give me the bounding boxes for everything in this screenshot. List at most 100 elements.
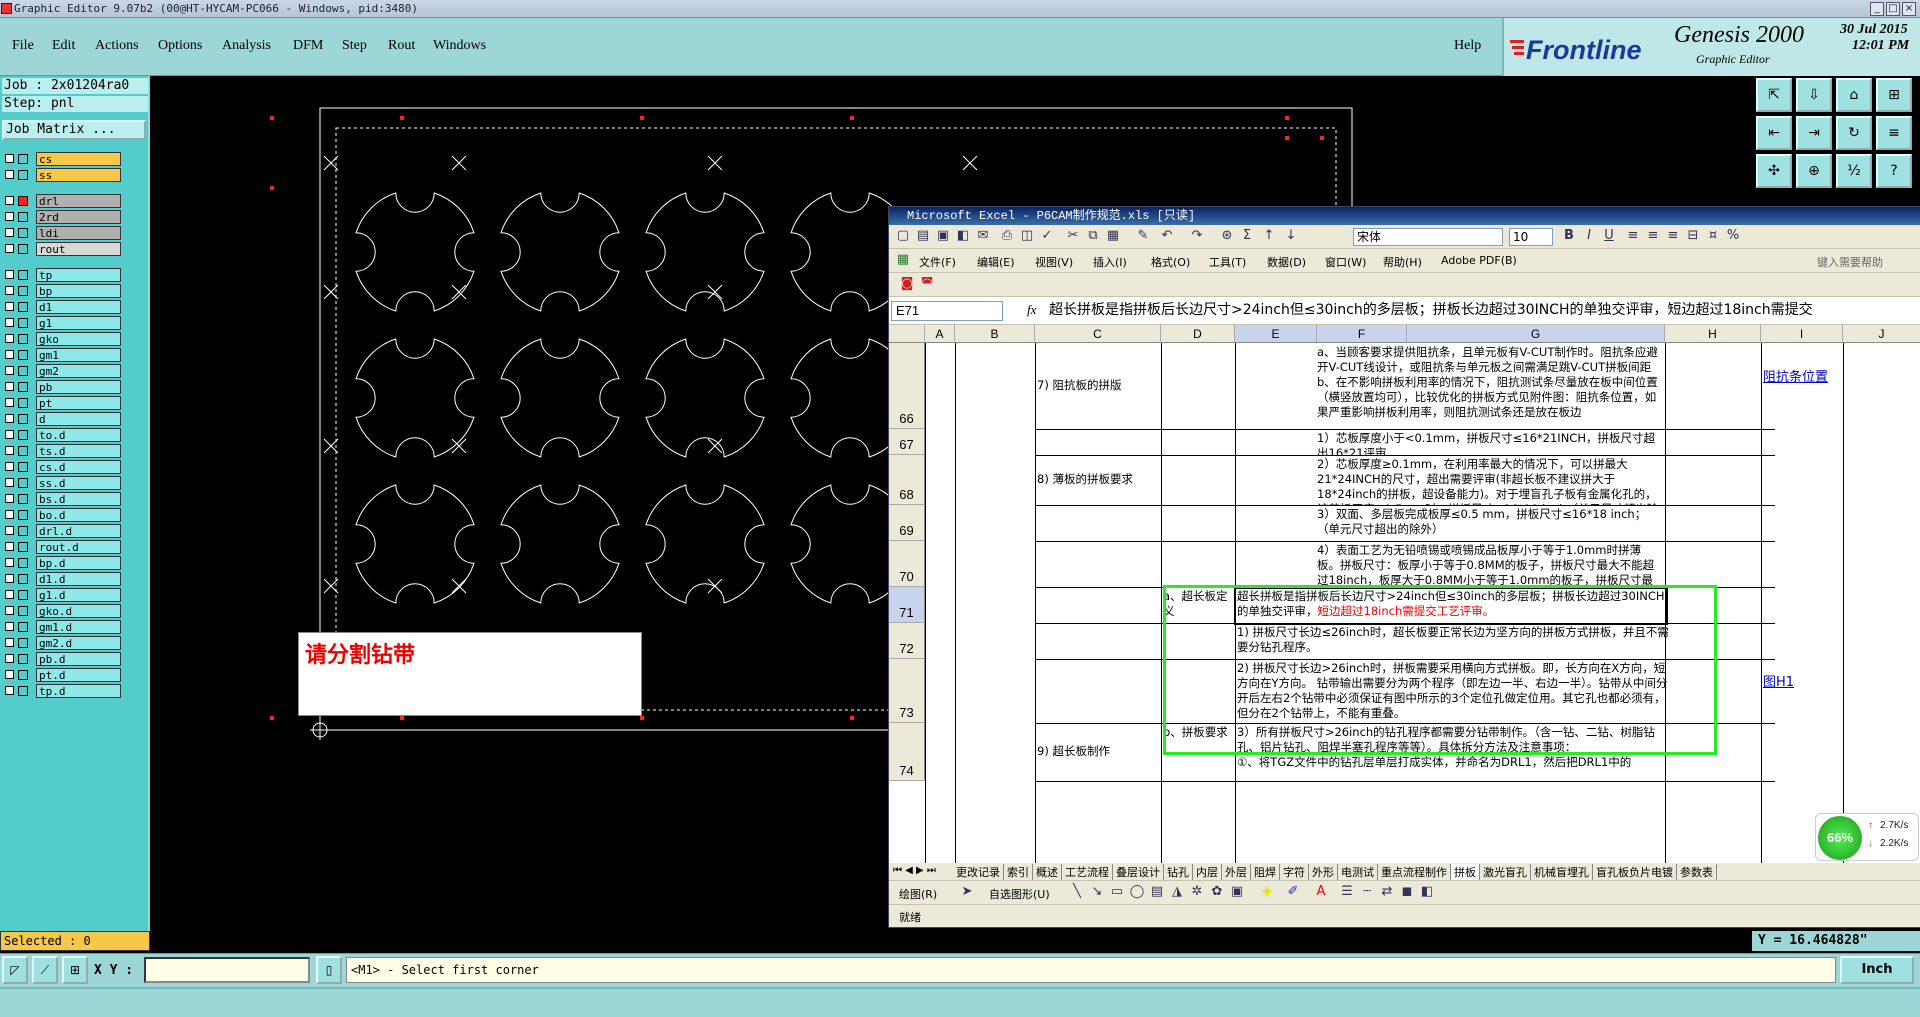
layer-row[interactable]: gko: [3, 332, 121, 346]
layer-affected-box[interactable]: [18, 270, 28, 280]
excel-menu-item[interactable]: 工具(T): [1209, 254, 1246, 270]
layer-affected-box[interactable]: [18, 558, 28, 568]
layer-row[interactable]: tp: [3, 268, 121, 282]
help-icon[interactable]: ?: [1876, 154, 1912, 188]
layer-row[interactable]: bp.d: [3, 556, 121, 570]
layer-row[interactable]: gko.d: [3, 604, 121, 618]
menu-windows[interactable]: Windows: [433, 38, 486, 54]
measure-tool-icon[interactable]: ⟋: [32, 956, 58, 984]
sheet-tab[interactable]: 外形: [1309, 864, 1338, 880]
center-icon[interactable]: ⊕: [1796, 154, 1832, 188]
merge-icon[interactable]: ⊟: [1685, 228, 1701, 244]
layer-affected-box[interactable]: [18, 334, 28, 344]
print-icon[interactable]: ⎙: [999, 228, 1015, 244]
name-box[interactable]: E71: [891, 301, 1003, 321]
layer-affected-box[interactable]: [18, 654, 28, 664]
layer-checkbox[interactable]: [5, 334, 14, 343]
excel-menu-item[interactable]: 帮助(H): [1383, 254, 1422, 270]
layer-checkbox[interactable]: [5, 590, 14, 599]
layer-affected-box[interactable]: [18, 170, 28, 180]
layer-checkbox[interactable]: [5, 302, 14, 311]
cell-i[interactable]: 阻抗条位置: [1761, 343, 1843, 429]
cell-c[interactable]: 8) 薄板的拼板要求: [1035, 455, 1161, 505]
sheet-tab[interactable]: 拼板: [1451, 864, 1480, 880]
layer-affected-box[interactable]: [18, 286, 28, 296]
undo-icon[interactable]: ↶: [1159, 228, 1175, 244]
layer-checkbox[interactable]: [5, 478, 14, 487]
layer-row[interactable]: tp.d: [3, 684, 121, 698]
layer-checkbox[interactable]: [5, 286, 14, 295]
job-matrix-button[interactable]: Job Matrix ...: [2, 120, 146, 140]
draw-menu[interactable]: 绘图(R): [899, 886, 937, 902]
oval-icon[interactable]: ◯: [1129, 884, 1145, 900]
excel-menu-item[interactable]: 视图(V): [1035, 254, 1073, 270]
wordart-icon[interactable]: ◮: [1169, 884, 1185, 900]
layer-checkbox[interactable]: [5, 510, 14, 519]
sheet-tab[interactable]: 工艺流程: [1062, 864, 1113, 880]
shadow-icon[interactable]: ◼: [1399, 884, 1415, 900]
font-color-icon[interactable]: A: [1313, 884, 1329, 900]
menu-dfm[interactable]: DFM: [293, 38, 323, 54]
snap-icon[interactable]: ≡: [1876, 116, 1912, 150]
layer-checkbox[interactable]: [5, 462, 14, 471]
cell-g[interactable]: 4）表面工艺为无铅喷锡或喷锡成品板厚小于等于1.0mm时拼薄板。拼板尺寸：板厚小…: [1315, 541, 1665, 587]
layer-checkbox[interactable]: [5, 606, 14, 615]
layer-affected-box[interactable]: [18, 478, 28, 488]
layer-row[interactable]: ts.d: [3, 444, 121, 458]
row-header[interactable]: 71: [889, 587, 925, 623]
sort-asc-icon[interactable]: ↑: [1261, 228, 1277, 244]
redraw-icon[interactable]: ↻: [1836, 116, 1872, 150]
layer-affected-box[interactable]: [18, 494, 28, 504]
cell-c[interactable]: 7) 阻抗板的拼版: [1035, 343, 1161, 429]
sheet-tab[interactable]: 索引: [1004, 864, 1033, 880]
redo-icon[interactable]: ↷: [1189, 228, 1205, 244]
column-header[interactable]: D: [1161, 325, 1235, 343]
fit-icon[interactable]: ✣: [1756, 154, 1792, 188]
pan-right-icon[interactable]: ⇥: [1796, 116, 1832, 150]
sheet-tab[interactable]: 概述: [1033, 864, 1062, 880]
autosum-icon[interactable]: Σ: [1239, 228, 1255, 244]
arrow-icon[interactable]: ↘: [1089, 884, 1105, 900]
align-right-icon[interactable]: ≡: [1665, 228, 1681, 244]
layer-affected-box[interactable]: [18, 542, 28, 552]
cell-c[interactable]: 9) 超长板制作: [1035, 723, 1161, 781]
menu-rout[interactable]: Rout: [388, 38, 415, 54]
layer-checkbox[interactable]: [5, 670, 14, 679]
align-left-icon[interactable]: ≡: [1625, 228, 1641, 244]
new-icon[interactable]: ▢: [895, 228, 911, 244]
sheet-tab[interactable]: 机械盲埋孔: [1531, 864, 1593, 880]
layer-checkbox[interactable]: [5, 366, 14, 375]
column-header[interactable]: E: [1235, 325, 1317, 343]
sort-desc-icon[interactable]: ↓: [1283, 228, 1299, 244]
layer-checkbox[interactable]: [5, 686, 14, 695]
layer-row[interactable]: g1.d: [3, 588, 121, 602]
layer-affected-box[interactable]: [18, 366, 28, 376]
layer-checkbox[interactable]: [5, 244, 14, 253]
layer-row[interactable]: pt.d: [3, 668, 121, 682]
layer-affected-box[interactable]: [18, 154, 28, 164]
layer-affected-box[interactable]: [18, 318, 28, 328]
fill-color-icon[interactable]: ◈: [1259, 884, 1275, 900]
layer-checkbox[interactable]: [5, 212, 14, 221]
layer-checkbox[interactable]: [5, 350, 14, 359]
row-header[interactable]: 67: [889, 429, 925, 455]
layer-row[interactable]: pb.d: [3, 652, 121, 666]
sheet-tab[interactable]: 电测试: [1338, 864, 1378, 880]
layer-checkbox[interactable]: [5, 446, 14, 455]
layer-row[interactable]: gm2: [3, 364, 121, 378]
textbox-icon[interactable]: ▤: [1149, 884, 1165, 900]
pdf-icon[interactable]: ◙: [899, 276, 915, 292]
column-header[interactable]: H: [1665, 325, 1761, 343]
layer-checkbox[interactable]: [5, 414, 14, 423]
layer-row[interactable]: d: [3, 412, 121, 426]
help-search-hint[interactable]: 键入需要帮助: [1817, 254, 1883, 270]
layer-row[interactable]: 2rd: [3, 210, 121, 224]
layer-affected-box[interactable]: [18, 228, 28, 238]
layer-affected-box[interactable]: [18, 430, 28, 440]
menu-analysis[interactable]: Analysis: [222, 38, 271, 54]
layer-checkbox[interactable]: [5, 154, 14, 163]
layer-checkbox[interactable]: [5, 638, 14, 647]
row-header[interactable]: 73: [889, 659, 925, 723]
line-icon[interactable]: ╲: [1069, 884, 1085, 900]
layer-checkbox[interactable]: [5, 654, 14, 663]
